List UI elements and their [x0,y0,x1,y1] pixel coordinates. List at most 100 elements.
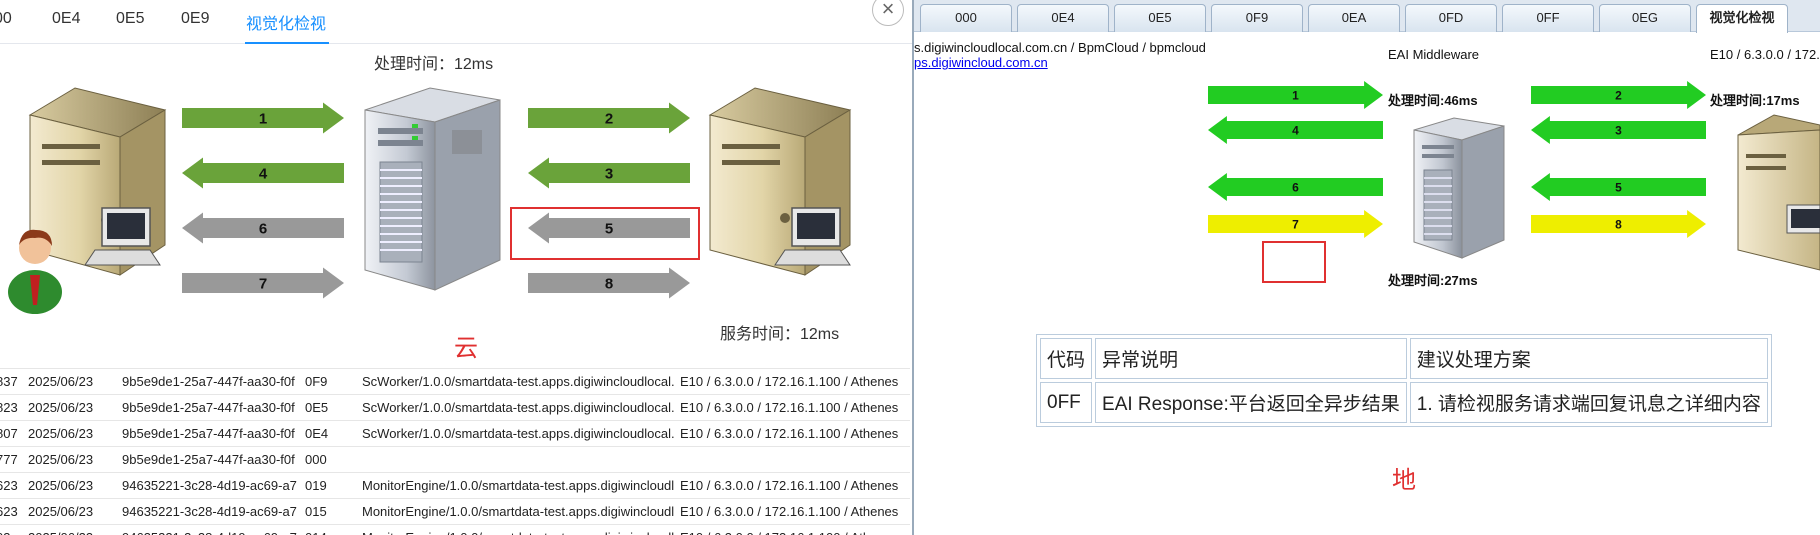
right-tab-0e4[interactable]: 0E4 [1017,4,1109,32]
eai-arrow-8-label: 8 [1615,217,1622,231]
target-info: E10 / 6.3.0.0 / 172. [1710,47,1820,62]
flow-arrow-7-label: 7 [259,275,267,292]
right-tab-0eg[interactable]: 0EG [1599,4,1691,32]
left-tab-bar: 00 0E4 0E5 0E9 视觉化检视 [0,0,914,44]
flow-arrow-5-label: 5 [605,220,613,237]
log-cell-uuid: 9b5e9de1-25a7-447f-aa30-f0f [122,452,295,467]
log-cell-caller: ScWorker/1.0.0/smartdata-test.apps.digiw… [362,374,674,389]
header-solution: 建议处理方案 [1409,338,1768,379]
log-cell-uuid: 94635221-3c28-4d19-ac69-a7 [122,504,297,519]
log-cell-uuid: 9b5e9de1-25a7-447f-aa30-f0f [122,400,295,415]
right-tab-0f9[interactable]: 0F9 [1211,4,1303,32]
right-tab-0e5[interactable]: 0E5 [1114,4,1206,32]
right-tab-visual-view[interactable]: 视觉化检视 [1696,4,1788,33]
tab-0e4[interactable]: 0E4 [52,10,80,28]
log-cell-code: 019 [305,478,327,493]
active-tab-indicator [245,42,329,44]
log-row[interactable]: 777 2025/06/23 9b5e9de1-25a7-447f-aa30-f0f… [0,447,910,473]
log-cell-caller: ScWorker/1.0.0/smartdata-test.apps.digiw… [362,400,674,415]
flow-arrow-6-label: 6 [259,220,267,237]
middleware-title: EAI Middleware [1388,47,1480,62]
log-cell-uuid: 94635221-3c28-4d19-ac69-a7 [122,530,328,535]
log-cell-uuid: 9b5e9de1-25a7-447f-aa30-f0f [122,374,295,389]
error-table-header: 代码 异常说明 建议处理方案 [1040,338,1768,379]
log-cell-code: 0F9 [305,374,328,389]
target-computer-icon [1737,114,1820,271]
header-description: 异常说明 [1095,338,1407,379]
log-cell-id: 807 [0,426,18,441]
flow-arrow-4-label: 4 [259,165,268,182]
flow-arrow-2-label: 2 [605,110,613,127]
log-row[interactable]: 837 2025/06/23 9b5e9de1-25a7-447f-aa30-f0f… [0,369,910,395]
process-time-top-left: 处理时间:46ms [1388,93,1478,108]
flow-arrow-3-label: 3 [605,165,613,182]
log-cell-date: 2025/06/23 [28,374,94,389]
error-table: 代码 异常说明 建议处理方案 0FF EAI Response:平台返回全异步结… [1036,334,1772,427]
log-row[interactable]: 623 2025/06/23 94635221-3c28-4d19-ac69-a7 0… [0,473,910,499]
log-cell-code: 014 [305,530,355,535]
log-cell-id: 03 [0,530,26,535]
eai-arrow-2-label: 2 [1615,88,1622,102]
eai-arrow-6-label: 6 [1292,180,1299,194]
process-time-bottom: 处理时间:27ms [1388,273,1478,288]
error-table-row: 0FF EAI Response:平台返回全异步结果 1. 请检视服务请求端回复… [1040,382,1768,423]
eai-arrow-4-label: 4 [1292,123,1299,137]
log-row[interactable]: 032025/06/23 94635221-3c28-4d19-ac69-a701… [0,525,910,535]
tab-00[interactable]: 00 [0,10,12,28]
log-row[interactable]: 823 2025/06/23 9b5e9de1-25a7-447f-aa30-f0f… [0,395,910,421]
flow-diagram: 1 2 3 4 5 6 7 8 [8,87,852,314]
log-cell-code: 000 [305,452,327,467]
log-cell-target: E10 / 6.3.0.0 / 172.16.1.100 / Athenes [680,530,910,535]
middleware-server-icon [1413,117,1505,259]
right-tab-0ea[interactable]: 0EA [1308,4,1400,32]
right-tab-0ff[interactable]: 0FF [1502,4,1594,32]
eai-arrow-5-label: 5 [1615,180,1622,194]
log-row[interactable]: 807 2025/06/23 9b5e9de1-25a7-447f-aa30-f0f… [0,421,910,447]
tab-0e9[interactable]: 0E9 [181,10,209,28]
eai-arrow-7-label: 7 [1292,217,1299,231]
cloud-server-icon [364,87,501,291]
land-label: 地 [1392,467,1416,494]
cell-description: EAI Response:平台返回全异步结果 [1095,382,1407,423]
log-cell-id: 777 [0,452,18,467]
log-cell-date: 2025/06/23 [28,426,94,441]
source-path: s.digiwincloudlocal.com.cn / BpmCloud / … [914,40,1206,55]
log-cell-caller: MonitorEngine/1.0.0/smartdata-test.apps.… [362,530,674,535]
log-cell-date: 2025/06/23 [28,504,94,519]
highlight-box-7 [1262,241,1326,283]
right-tab-0fd[interactable]: 0FD [1405,4,1497,32]
tab-visual-view[interactable]: 视觉化检视 [246,10,326,34]
log-cell-code: 0E5 [305,400,329,415]
flow-arrow-1-label: 1 [259,110,267,127]
eai-arrow-3-label: 3 [1615,123,1622,137]
right-tab-bar: 000 0E4 0E5 0F9 0EA 0FD 0FF 0EG 视觉化检视 [914,0,1820,33]
log-cell-id: 623 [0,504,18,519]
log-cell-target: E10 / 6.3.0.0 / 172.16.1.100 / Athenes [680,478,899,493]
log-row[interactable]: 623 2025/06/23 94635221-3c28-4d19-ac69-a7 0… [0,499,910,525]
process-time-label: 处理时间：12ms [374,56,494,73]
log-cell-caller: MonitorEngine/1.0.0/smartdata-test.apps.… [362,478,674,493]
log-cell-id: 837 [0,374,18,389]
log-cell-target: E10 / 6.3.0.0 / 172.16.1.100 / Athenes [680,504,899,519]
server-computer-icon [708,87,852,276]
cell-code: 0FF [1040,382,1093,423]
log-cell-date: 2025/06/23 [28,478,94,493]
eai-arrow-1-label: 1 [1292,88,1299,102]
log-cell-id: 623 [0,478,18,493]
log-cell-target: E10 / 6.3.0.0 / 172.16.1.100 / Athenes [680,426,899,441]
eai-flow-diagram: 1 2 3 4 5 6 7 8 [1208,81,1820,283]
service-time-label: 服务时间：12ms [720,326,840,343]
source-link[interactable]: ps.digiwincloud.com.cn [914,55,1048,70]
flow-arrow-8-label: 8 [605,275,613,292]
log-cell-date: 2025/06/23 [28,530,118,535]
log-cell-caller: MonitorEngine/1.0.0/smartdata-test.apps.… [362,504,674,519]
cell-solution: 1. 请检视服务请求端回复讯息之详细内容 [1409,382,1768,423]
tab-0e5[interactable]: 0E5 [116,10,144,28]
right-tab-000[interactable]: 000 [920,4,1012,32]
log-cell-uuid: 9b5e9de1-25a7-447f-aa30-f0f [122,426,295,441]
log-cell-code: 0E4 [305,426,329,441]
log-table: 837 2025/06/23 9b5e9de1-25a7-447f-aa30-f0f… [0,368,910,535]
log-cell-code: 015 [305,504,327,519]
log-cell-target: E10 / 6.3.0.0 / 172.16.1.100 / Athenes [680,400,899,415]
header-code: 代码 [1040,338,1093,379]
